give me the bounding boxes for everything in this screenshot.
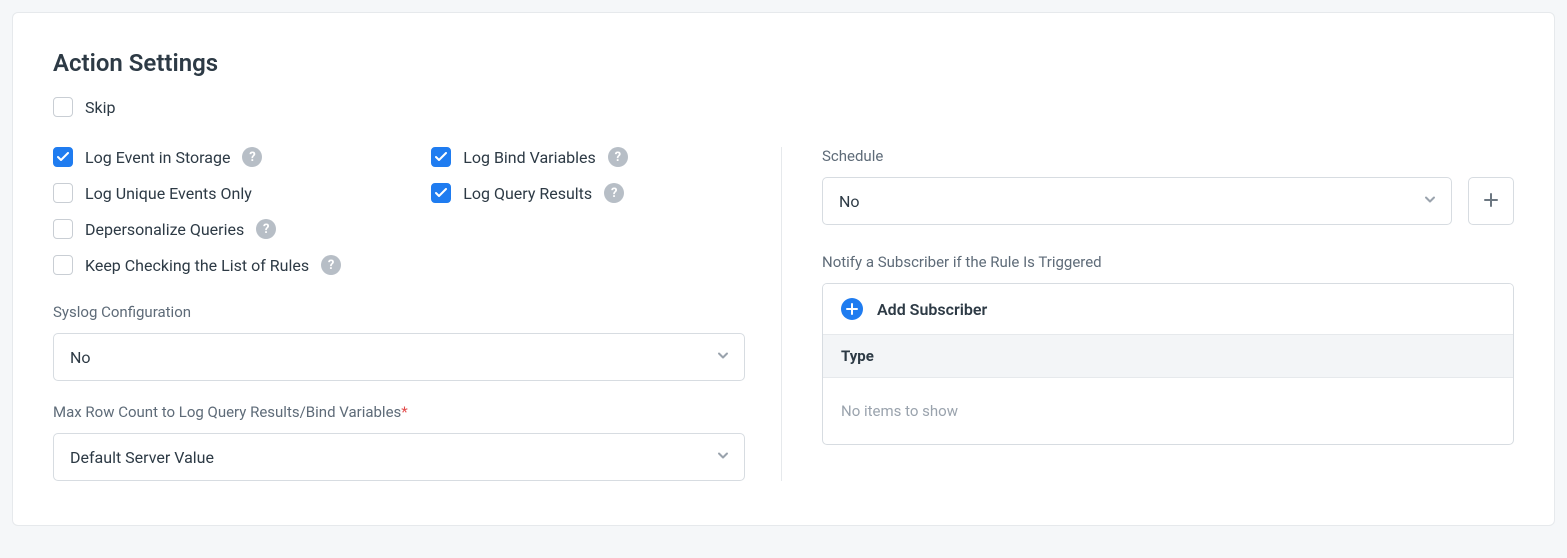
max-rows-value: Default Server Value (70, 448, 214, 467)
plus-icon (1484, 190, 1498, 213)
log-event-row: Log Event in Storage ? (53, 147, 383, 167)
depersonalize-checkbox[interactable] (53, 219, 73, 239)
subscriber-table: Add Subscriber Type No items to show (822, 283, 1514, 445)
plus-circle-icon (841, 298, 863, 320)
help-icon[interactable]: ? (604, 183, 624, 203)
syslog-value: No (70, 348, 91, 367)
depersonalize-row: Depersonalize Queries ? (53, 219, 383, 239)
help-icon[interactable]: ? (256, 219, 276, 239)
syslog-label: Syslog Configuration (53, 303, 745, 321)
keep-checking-label: Keep Checking the List of Rules (85, 256, 309, 275)
log-event-checkbox[interactable] (53, 147, 73, 167)
syslog-select[interactable]: No (53, 333, 745, 381)
max-rows-select[interactable]: Default Server Value (53, 433, 745, 481)
log-bind-label: Log Bind Variables (463, 148, 596, 167)
add-subscriber-button[interactable]: Add Subscriber (823, 284, 1513, 334)
chevron-down-icon (1423, 192, 1437, 211)
log-query-row: Log Query Results ? (431, 183, 745, 203)
skip-label: Skip (85, 98, 115, 117)
section-title: Action Settings (53, 49, 1514, 77)
check-column-2: Log Bind Variables ? Log Query Results ? (431, 147, 745, 275)
keep-checking-row: Keep Checking the List of Rules ? (53, 255, 383, 275)
notify-label: Notify a Subscriber if the Rule Is Trigg… (822, 253, 1514, 271)
max-rows-label: Max Row Count to Log Query Results/Bind … (53, 403, 745, 421)
left-column: Log Event in Storage ? Log Unique Events… (53, 147, 782, 481)
add-schedule-button[interactable] (1468, 177, 1514, 225)
log-event-label: Log Event in Storage (85, 148, 230, 167)
check-column-1: Log Event in Storage ? Log Unique Events… (53, 147, 383, 275)
subscriber-empty: No items to show (823, 377, 1513, 444)
columns: Log Event in Storage ? Log Unique Events… (53, 147, 1514, 481)
log-bind-row: Log Bind Variables ? (431, 147, 745, 167)
skip-checkbox[interactable] (53, 97, 73, 117)
log-unique-row: Log Unique Events Only (53, 183, 383, 203)
log-unique-label: Log Unique Events Only (85, 184, 252, 203)
syslog-field: Syslog Configuration No (53, 303, 745, 381)
action-settings-card: Action Settings Skip Log Event in Storag… (12, 12, 1555, 526)
schedule-field: Schedule No (822, 147, 1514, 225)
max-rows-field: Max Row Count to Log Query Results/Bind … (53, 403, 745, 481)
chevron-down-icon (716, 448, 730, 467)
log-unique-checkbox[interactable] (53, 183, 73, 203)
right-column: Schedule No Notify a (822, 147, 1514, 481)
schedule-label: Schedule (822, 147, 1514, 165)
help-icon[interactable]: ? (321, 255, 341, 275)
keep-checking-checkbox[interactable] (53, 255, 73, 275)
add-subscriber-label: Add Subscriber (877, 300, 987, 319)
notify-block: Notify a Subscriber if the Rule Is Trigg… (822, 253, 1514, 445)
help-icon[interactable]: ? (242, 147, 262, 167)
schedule-value: No (839, 192, 860, 211)
log-bind-checkbox[interactable] (431, 147, 451, 167)
help-icon[interactable]: ? (608, 147, 628, 167)
log-query-label: Log Query Results (463, 184, 592, 203)
depersonalize-label: Depersonalize Queries (85, 220, 244, 239)
skip-row: Skip (53, 97, 1514, 117)
subscriber-type-header: Type (823, 334, 1513, 377)
log-query-checkbox[interactable] (431, 183, 451, 203)
chevron-down-icon (716, 348, 730, 367)
schedule-select[interactable]: No (822, 177, 1452, 225)
